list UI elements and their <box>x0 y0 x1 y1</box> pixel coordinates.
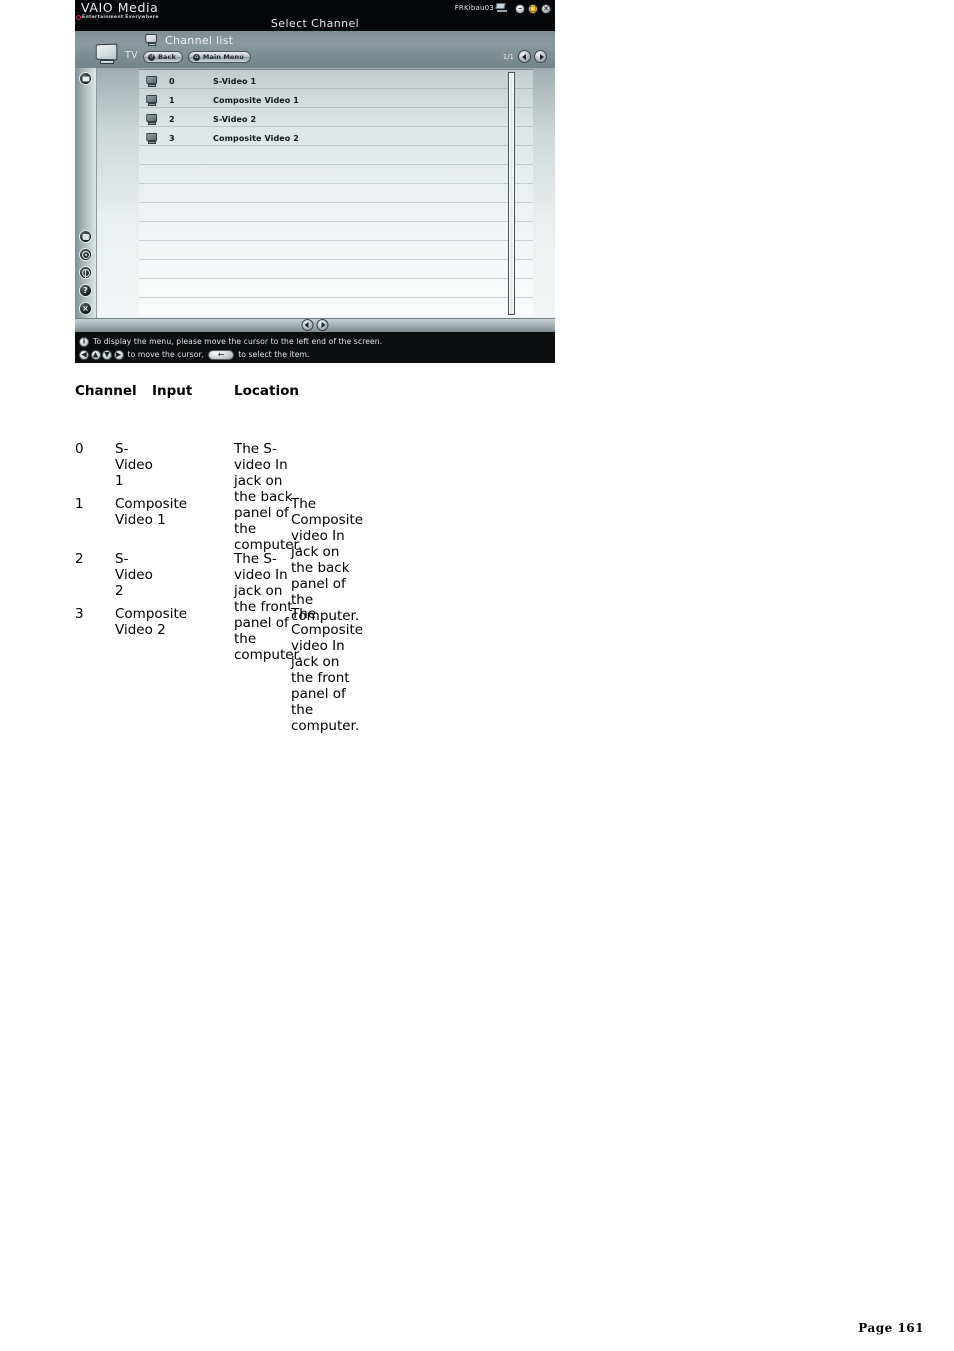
page-title: Select Channel <box>270 17 360 30</box>
vaio-media-window: VAIO Media Entertainment Everywhere Sele… <box>75 0 555 363</box>
channel-list: 0 S-Video 1 1 Composite Video 1 2 S-Vide… <box>139 69 533 316</box>
disc-icon <box>81 250 90 259</box>
pager: 1/1 <box>503 50 547 63</box>
channel-number: 3 <box>169 134 175 143</box>
maximize-icon: □ <box>529 4 537 13</box>
help-icon: ? <box>83 286 88 295</box>
scroll-right-button[interactable] <box>316 319 329 331</box>
arrow-down-icon: ▼ <box>102 349 112 360</box>
back-button[interactable]: ↺ Back <box>143 51 183 63</box>
sidebar-item-tv[interactable] <box>79 72 92 85</box>
computer-icon <box>496 3 507 12</box>
network-icon <box>81 268 90 278</box>
cell-channel: 3 <box>75 606 84 622</box>
section-label: Channel list <box>165 34 234 47</box>
move-cursor-text: to move the cursor, <box>127 349 205 359</box>
channel-name: Composite Video 2 <box>213 134 299 143</box>
scroll-left-button[interactable] <box>301 319 314 331</box>
tv-source-icon <box>95 43 123 65</box>
app-brand: VAIO Media <box>81 0 159 15</box>
window-controls: – □ × <box>515 4 551 14</box>
cell-location: The Composite video In jack on the front… <box>291 606 364 734</box>
status-keys-line: ◀ ▲ ▼ ▶ to move the cursor, to select th… <box>79 348 555 361</box>
enter-key-icon <box>208 349 235 360</box>
column-header-location: Location <box>234 383 299 399</box>
sidebar-item-help[interactable]: ? <box>79 284 92 297</box>
status-bar: i To display the menu, please move the c… <box>75 332 555 363</box>
exit-icon: × <box>82 304 89 313</box>
maximize-button[interactable]: □ <box>528 4 538 14</box>
list-item[interactable]: 1 Composite Video 1 <box>139 91 489 110</box>
list-scrollbar[interactable] <box>508 72 515 315</box>
cell-input: Composite Video 1 <box>115 496 188 528</box>
bottom-strip <box>75 318 555 332</box>
sidebar-item-disc[interactable] <box>79 248 92 261</box>
status-hint-line: i To display the menu, please move the c… <box>79 335 555 348</box>
arrow-up-icon: ▲ <box>90 349 101 360</box>
close-icon: × <box>543 4 549 13</box>
main-menu-button-label: Main Menu <box>202 53 244 61</box>
main-menu-button[interactable]: ⌂ Main Menu <box>187 51 251 63</box>
page-number: Page 161 <box>858 1321 924 1335</box>
previous-page-button[interactable] <box>518 50 531 63</box>
page-indicator: 1/1 <box>502 52 514 61</box>
tv-icon <box>82 76 89 81</box>
status-hint-text: To display the menu, please move the cur… <box>93 336 383 346</box>
channel-list-icon <box>145 33 159 47</box>
arrow-left-icon: ◀ <box>79 349 89 360</box>
back-arrow-icon: ↺ <box>148 53 155 61</box>
channel-number: 2 <box>169 115 175 124</box>
cell-input: S-Video 1 <box>115 441 153 489</box>
list-item[interactable]: 2 S-Video 2 <box>139 110 489 129</box>
channel-name: Composite Video 1 <box>213 96 299 105</box>
minimize-button[interactable]: – <box>515 4 525 14</box>
content-area: ? × 0 S-Video 1 1 Composite Video 1 2 S-… <box>75 68 555 318</box>
sidebar-item-record[interactable] <box>79 230 92 243</box>
arrow-right-icon: ▶ <box>113 349 124 360</box>
cell-channel: 2 <box>75 551 84 567</box>
sidebar-rail: ? × <box>75 68 97 318</box>
cell-input: S-Video 2 <box>115 551 153 599</box>
column-header-input: Input <box>152 383 193 399</box>
cell-input: Composite Video 2 <box>115 606 188 638</box>
cell-channel: 1 <box>75 496 84 512</box>
close-button[interactable]: × <box>541 4 551 14</box>
column-header-channel: Channel <box>75 383 137 399</box>
info-key-icon: i <box>79 336 89 347</box>
toolbar-buttons: ↺ Back ⌂ Main Menu <box>143 51 251 63</box>
toolbar: TV Channel list ↺ Back ⌂ Main Menu 1/1 <box>75 31 555 69</box>
record-icon <box>82 233 89 240</box>
minimize-icon: – <box>518 4 522 13</box>
channel-number: 0 <box>169 77 175 86</box>
channel-icon <box>146 113 159 125</box>
channel-icon <box>146 75 159 87</box>
menu-icon: ⌂ <box>192 53 200 61</box>
sidebar-item-network[interactable] <box>79 266 92 279</box>
list-item[interactable]: 0 S-Video 1 <box>139 72 489 91</box>
next-page-button[interactable] <box>534 50 547 63</box>
channel-name: S-Video 2 <box>213 115 257 124</box>
channel-name: S-Video 1 <box>213 77 257 86</box>
section-heading: Channel list <box>145 33 234 47</box>
channel-icon <box>146 132 159 144</box>
scroll-arrows <box>301 319 329 331</box>
user-area: FRKibau03 <box>455 3 507 12</box>
user-name: FRKibau03 <box>454 3 494 12</box>
sidebar-item-exit[interactable]: × <box>79 302 92 315</box>
channel-number: 1 <box>169 96 175 105</box>
select-item-text: to select the item. <box>238 349 310 359</box>
list-item[interactable]: 3 Composite Video 2 <box>139 129 489 148</box>
title-bar: VAIO Media Entertainment Everywhere Sele… <box>75 0 555 31</box>
cell-channel: 0 <box>75 441 84 457</box>
tv-source-label: TV <box>125 50 138 61</box>
back-button-label: Back <box>158 53 176 61</box>
channel-icon <box>146 94 159 106</box>
direction-keys: ◀ ▲ ▼ ▶ <box>79 349 124 360</box>
